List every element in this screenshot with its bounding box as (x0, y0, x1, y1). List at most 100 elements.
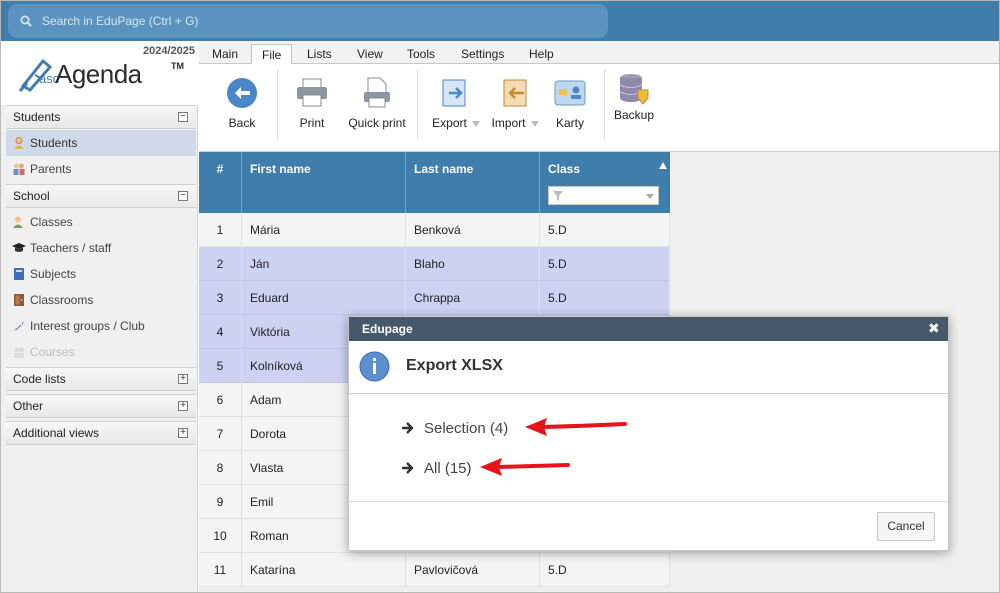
cell-first-name: Eduard (242, 281, 406, 315)
arrow-right-icon (402, 462, 414, 474)
column-header-last-name[interactable]: Last name (406, 152, 540, 213)
section-students[interactable]: Students − (6, 105, 196, 129)
cell-last-name: Blaho (406, 247, 540, 281)
search-icon (20, 15, 32, 27)
sidebar-item-subjects[interactable]: Subjects (6, 261, 196, 287)
cell-last-name: Chrappa (406, 281, 540, 315)
section-other[interactable]: Other + (6, 394, 196, 418)
sidebar-item-interest-groups[interactable]: Interest groups / Club (6, 313, 196, 339)
search-input[interactable]: Search in EduPage (Ctrl + G) (8, 4, 608, 38)
student-icon (14, 137, 24, 149)
section-school[interactable]: School − (6, 184, 196, 208)
cell-number: 4 (199, 315, 242, 349)
section-label: Code lists (13, 372, 66, 386)
cell-number: 2 (199, 247, 242, 281)
sidebar: 2024/2025 asc Agenda TM Students − Stude… (1, 41, 198, 592)
sidebar-item-parents[interactable]: Parents (6, 156, 196, 182)
column-header-class[interactable]: Class (540, 152, 670, 213)
collapse-icon[interactable]: − (178, 112, 188, 122)
dialog-titlebar: Edupage ✖ (349, 317, 948, 341)
cell-first-name: Katarína (242, 553, 406, 587)
cell-number: 9 (199, 485, 242, 519)
class-filter-input[interactable] (548, 186, 659, 205)
tab-help[interactable]: Help (519, 44, 564, 65)
table-header: # First name Last name Class (199, 152, 670, 213)
tab-main[interactable]: Main (202, 44, 248, 65)
sidebar-item-classes[interactable]: Classes (6, 209, 196, 235)
close-icon[interactable]: ✖ (928, 321, 940, 335)
dropdown-arrow-icon[interactable] (471, 120, 480, 127)
arrow-right-icon (402, 422, 414, 434)
option-label: All (15) (424, 459, 472, 477)
column-header-first-name[interactable]: First name (242, 152, 406, 213)
toolbar: Back Print Quick print Export Import Kar… (199, 64, 999, 152)
sidebar-item-label: Classes (30, 215, 73, 229)
cell-number: 5 (199, 349, 242, 383)
cell-last-name: Pavlovičová (406, 553, 540, 587)
back-arrow-icon (227, 78, 257, 108)
divider (417, 70, 418, 140)
rocket-icon (14, 321, 24, 331)
sidebar-item-label: Interest groups / Club (30, 319, 145, 333)
chevron-down-icon[interactable] (646, 194, 654, 199)
table-row[interactable]: 1 Mária Benková 5.D (199, 213, 670, 247)
book-icon (14, 268, 24, 280)
sort-ascending-icon[interactable] (659, 162, 667, 169)
printer-icon (297, 78, 327, 107)
divider (277, 70, 278, 140)
expand-icon[interactable]: + (178, 374, 188, 384)
column-header-number[interactable]: # (199, 152, 242, 213)
backup-label: Backup (613, 108, 655, 122)
quick-print-label: Quick print (348, 116, 406, 130)
export-all-option[interactable]: All (15) (401, 458, 472, 478)
parents-icon (13, 163, 25, 175)
sidebar-item-courses[interactable]: Courses (6, 339, 196, 365)
cancel-button[interactable]: Cancel (877, 512, 935, 541)
dialog-header: Export XLSX (349, 341, 948, 394)
graduation-cap-icon (12, 243, 26, 252)
expand-icon[interactable]: + (178, 401, 188, 411)
sidebar-item-students[interactable]: Students (6, 130, 196, 156)
table-row[interactable]: 11 Katarína Pavlovičová 5.D (199, 553, 670, 587)
logo-name: Agenda (55, 59, 142, 89)
annotation-arrow-icon (525, 418, 627, 436)
export-button[interactable]: Export (430, 64, 482, 144)
tab-lists[interactable]: Lists (297, 44, 342, 65)
cell-number: 8 (199, 451, 242, 485)
app-window: Search in EduPage (Ctrl + G) 2024/2025 a… (0, 0, 1000, 593)
sidebar-item-label: Parents (30, 162, 72, 176)
id-card-icon (554, 80, 586, 106)
table-row[interactable]: 3 Eduard Chrappa 5.D (199, 281, 670, 315)
expand-icon[interactable]: + (178, 428, 188, 438)
sidebar-item-classrooms[interactable]: Classrooms (6, 287, 196, 313)
section-additional-views[interactable]: Additional views + (6, 421, 196, 445)
backup-button[interactable]: Backup (613, 64, 655, 144)
karty-button[interactable]: Karty (553, 64, 587, 144)
export-selection-option[interactable]: Selection (4) (401, 418, 508, 438)
tab-file[interactable]: File (251, 44, 293, 65)
dialog-footer: Cancel (349, 501, 948, 550)
dropdown-arrow-icon[interactable] (530, 120, 539, 127)
print-button[interactable]: Print (295, 64, 329, 144)
back-button[interactable]: Back (223, 64, 261, 144)
table-row[interactable]: 2 Ján Blaho 5.D (199, 247, 670, 281)
divider (604, 70, 605, 140)
cell-last-name: Benková (406, 213, 540, 247)
database-backup-icon (619, 74, 649, 105)
cell-number: 7 (199, 417, 242, 451)
quick-print-button[interactable]: Quick print (347, 64, 407, 144)
tab-settings[interactable]: Settings (451, 44, 514, 65)
sidebar-item-teachers[interactable]: Teachers / staff (6, 235, 196, 261)
top-bar: Search in EduPage (Ctrl + G) (1, 1, 999, 41)
sidebar-item-label: Subjects (30, 267, 77, 281)
export-dialog: Edupage ✖ Export XLSX Selection (4) All … (348, 316, 949, 551)
filter-icon (553, 191, 563, 201)
section-code-lists[interactable]: Code lists + (6, 367, 196, 391)
import-button[interactable]: Import (489, 64, 541, 144)
annotation-arrow-icon (480, 458, 570, 476)
quick-print-icon (364, 77, 390, 108)
tab-view[interactable]: View (347, 44, 393, 65)
tab-tools[interactable]: Tools (397, 44, 445, 65)
sidebar-item-label: Classrooms (30, 293, 94, 307)
collapse-icon[interactable]: − (178, 191, 188, 201)
